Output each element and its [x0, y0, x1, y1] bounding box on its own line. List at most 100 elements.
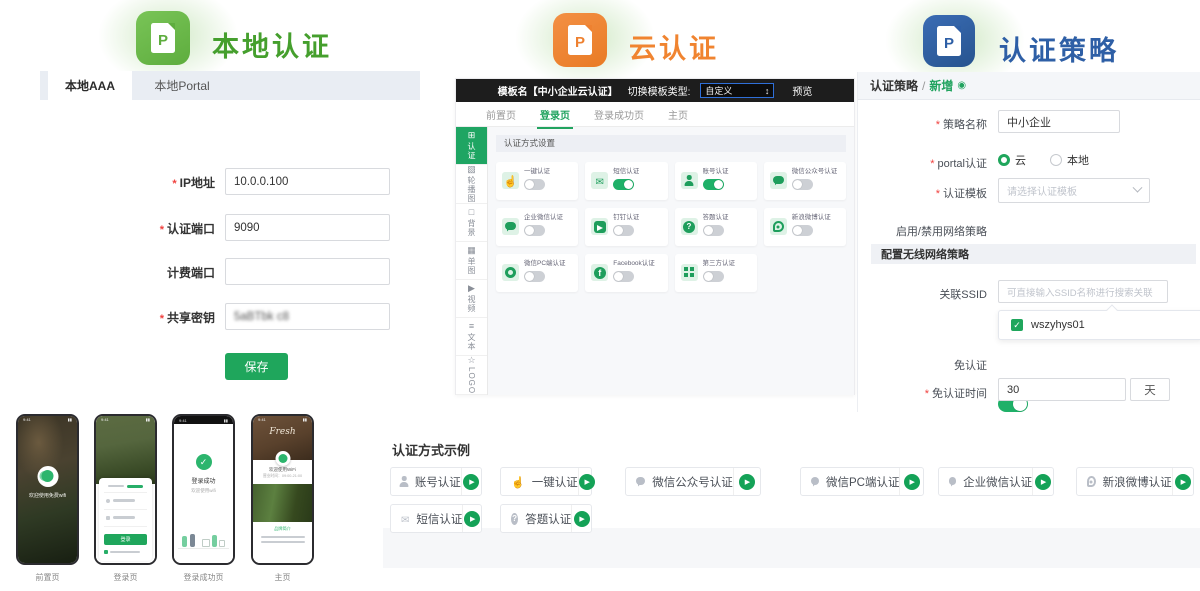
breadcrumb-root[interactable]: 认证策略 [870, 77, 918, 94]
auth-port-input[interactable]: 9090 [225, 214, 390, 241]
sidebar-item-video[interactable]: ▶ 视频 [456, 280, 487, 318]
bottom-band [383, 528, 1200, 568]
success-title: 登录成功 [174, 476, 233, 485]
example-weibo-auth[interactable]: 新浪微博认证 ▶ [1076, 467, 1194, 496]
save-button[interactable]: 保存 [225, 353, 288, 380]
image-icon: ▦ [467, 246, 476, 255]
free-time-input[interactable]: 30 [998, 378, 1126, 401]
username-field[interactable] [104, 493, 147, 510]
agreement-placeholder [110, 551, 140, 553]
preview-button[interactable]: 预览 [792, 83, 812, 98]
user-icon [401, 476, 408, 487]
account-toggle[interactable] [703, 179, 724, 190]
doc-letter: P [158, 33, 168, 48]
play-icon[interactable]: ▶ [574, 511, 590, 527]
sidebar-item-text[interactable]: ≡ 文本 [456, 318, 487, 356]
enable-label-row: 启用/禁用网络策略 [896, 222, 987, 240]
quiz-toggle[interactable] [703, 225, 724, 236]
page: P 本地认证 本地AAA 本地Portal *IP地址 10.0.0.100 *… [0, 0, 1200, 591]
local-auth-title: 本地认证 [212, 25, 332, 64]
document-icon: P [568, 25, 592, 55]
wechat-pc-toggle[interactable] [524, 271, 545, 282]
play-icon[interactable]: ▶ [904, 474, 920, 490]
phone-home-page: 9:41▮▮ Fresh 欢迎使用WiFi 营业时间：09:00-21:00 品… [251, 414, 314, 565]
tab-login-page[interactable]: 登录页 [540, 107, 570, 122]
wecom-icon [949, 477, 956, 487]
login-tabs[interactable] [104, 483, 147, 493]
ssid-input[interactable]: 可直接输入SSID名称进行搜索关联 [998, 280, 1168, 303]
user-icon [681, 172, 698, 189]
chevron-down-icon [1133, 183, 1143, 193]
input-placeholder [113, 499, 135, 502]
template-label-row: *认证模板 [936, 184, 987, 202]
example-account-auth[interactable]: 账号认证 ▶ [390, 467, 482, 496]
tab-success-page[interactable]: 登录成功页 [594, 107, 644, 122]
ssid-option[interactable]: wszyhys01 [1031, 319, 1085, 331]
active-tab-placeholder [127, 485, 143, 488]
cloud-template-editor: 模板名【中小企业云认证】 切换模板类型: 自定义 ↕ 预览 前置页 登录页 登录… [455, 78, 855, 395]
example-wecom-auth[interactable]: 企业微信认证 ▶ [938, 467, 1054, 496]
template-type-select[interactable]: 自定义 ↕ [700, 83, 774, 98]
tab-local-portal[interactable]: 本地Portal [132, 71, 232, 100]
welcome-text: 欢迎使用免费wifi [18, 492, 77, 499]
dingtalk-toggle[interactable] [613, 225, 634, 236]
enable-policy-label: 启用/禁用网络策略 [896, 226, 987, 238]
sidebar-item-logo[interactable]: ☆ LOGO [456, 356, 487, 395]
home-welcome: 欢迎使用WiFi [253, 467, 312, 473]
tab-pre-page[interactable]: 前置页 [486, 107, 516, 122]
breadcrumb-current: 新增 [929, 77, 953, 94]
play-icon[interactable]: ▶ [579, 474, 595, 490]
method-card-facebook: f Facebook认证 [585, 254, 667, 292]
sms-toggle[interactable] [613, 179, 634, 190]
example-one-click-auth[interactable]: 一键认证 ▶ [500, 467, 592, 496]
sidebar-item-single-image[interactable]: ▦ 单图 [456, 242, 487, 280]
wecom-toggle[interactable] [524, 225, 545, 236]
play-icon[interactable]: ▶ [464, 511, 480, 527]
video-icon: ▶ [468, 284, 475, 293]
policy-name-value: 中小企业 [1007, 114, 1051, 130]
secret-input[interactable]: 5aBTbk c8 [225, 303, 390, 330]
portal-radio-local[interactable]: 本地 [1050, 152, 1089, 168]
agreement-row[interactable] [104, 550, 147, 554]
password-field[interactable] [104, 510, 147, 527]
sidebar-item-auth[interactable]: ⊞ 认证 [456, 127, 487, 165]
one-click-toggle[interactable] [524, 179, 545, 190]
example-wechat-pc-auth[interactable]: 微信PC端认证 ▶ [800, 467, 924, 496]
acct-port-input[interactable] [225, 258, 390, 285]
sidebar-item-carousel[interactable]: ▧ 轮播图 [456, 165, 487, 204]
ip-input[interactable]: 10.0.0.100 [225, 168, 390, 195]
play-icon[interactable]: ▶ [739, 474, 755, 490]
login-button[interactable]: 登录 [104, 534, 147, 545]
tab-local-aaa[interactable]: 本地AAA [48, 71, 132, 100]
required-star: * [160, 224, 164, 236]
method-card-wechat-official: 微信公众号认证 [764, 162, 846, 200]
third-party-toggle[interactable] [703, 271, 724, 282]
play-icon[interactable]: ▶ [1175, 474, 1191, 490]
breadcrumb: 认证策略 / 新增 ◉ [858, 72, 1200, 100]
local-tabbar: 本地AAA 本地Portal [40, 71, 420, 100]
template-body: ⊞ 认证 ▧ 轮播图 □ 背景 ▦ 单图 ▶ 视频 ≡ 文本 [456, 127, 854, 395]
example-wechat-official-auth[interactable]: 微信公众号认证 ▶ [625, 467, 761, 496]
input-placeholder [113, 516, 135, 519]
sidebar-item-background[interactable]: □ 背景 [456, 204, 487, 242]
required-star: * [172, 178, 176, 190]
doc-letter: P [944, 36, 954, 51]
example-sms-auth[interactable]: 短信认证 ▶ [390, 504, 482, 533]
checkbox-checked-icon[interactable]: ✓ [1011, 319, 1023, 331]
wechat-pc-icon [502, 264, 519, 281]
example-quiz-auth[interactable]: ? 答题认证 ▶ [500, 504, 592, 533]
method-card-account: 账号认证 [675, 162, 757, 200]
breadcrumb-separator: / [922, 79, 925, 93]
tab-home-page[interactable]: 主页 [668, 107, 688, 122]
free-time-unit[interactable]: 天 [1130, 378, 1170, 401]
cloud-auth-icon: P [553, 13, 607, 67]
policy-name-input[interactable]: 中小企业 [998, 110, 1120, 133]
play-icon[interactable]: ▶ [1035, 474, 1051, 490]
auth-template-select[interactable]: 请选择认证模板 [998, 178, 1150, 203]
wechat-official-toggle[interactable] [792, 179, 813, 190]
facebook-toggle[interactable] [613, 271, 634, 282]
portal-radio-cloud[interactable]: 云 [998, 152, 1026, 168]
play-icon[interactable]: ▶ [463, 474, 479, 490]
weibo-toggle[interactable] [792, 225, 813, 236]
auth-port-label: 认证端口 [167, 222, 215, 236]
